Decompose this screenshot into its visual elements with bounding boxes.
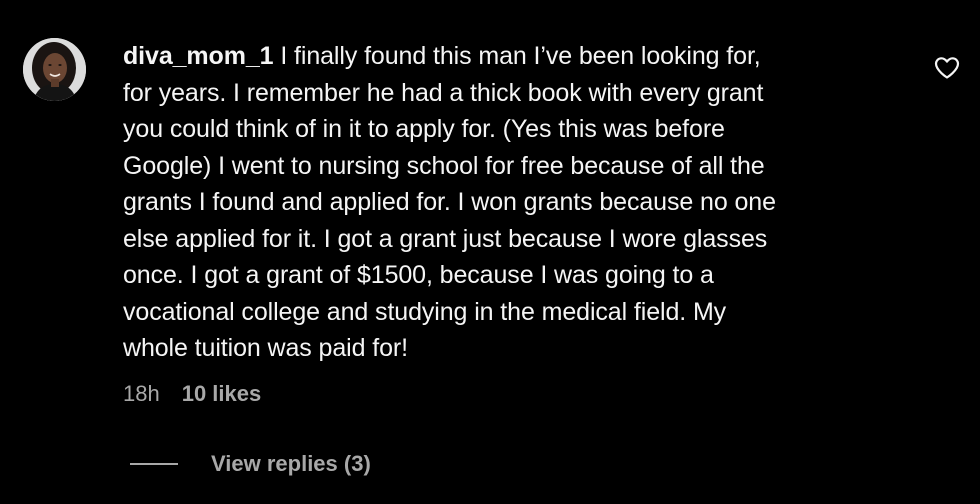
comment-username[interactable]: diva_mom_1	[123, 42, 274, 70]
comment-line: for years. I remember he had a thick boo…	[123, 78, 764, 107]
comment-line: grants I found and applied for. I won gr…	[123, 188, 776, 216]
comment-line: vocational college and studying in the m…	[123, 297, 727, 326]
comment-timestamp: 18h	[123, 381, 160, 406]
replies-divider	[130, 463, 178, 465]
view-replies-label: View replies (3)	[211, 451, 371, 476]
comment-line: diva_mom_1 I finally found this man I’ve…	[123, 38, 913, 75]
comment-line: Google) I went to nursing school for fre…	[123, 151, 765, 180]
comment-line: once. I got a grant of $1500, because I …	[123, 261, 714, 289]
profile-photo-avatar	[23, 38, 86, 101]
avatar[interactable]	[23, 38, 86, 101]
view-replies-button[interactable]: View replies (3)	[130, 450, 371, 478]
comment-line: else applied for it. I got a grant just …	[123, 224, 768, 253]
heart-outline-icon[interactable]	[934, 56, 960, 80]
comment-meta: 18h 10 likes	[123, 380, 261, 408]
comment-text: I finally found this man I’ve been looki…	[280, 42, 761, 70]
comment-body: diva_mom_1 I finally found this man I’ve…	[123, 38, 913, 367]
likes-count[interactable]: 10 likes	[182, 381, 262, 406]
comment-line: whole tuition was paid for!	[123, 334, 408, 362]
comment-line: you could think of in it to apply for. (…	[123, 115, 725, 143]
